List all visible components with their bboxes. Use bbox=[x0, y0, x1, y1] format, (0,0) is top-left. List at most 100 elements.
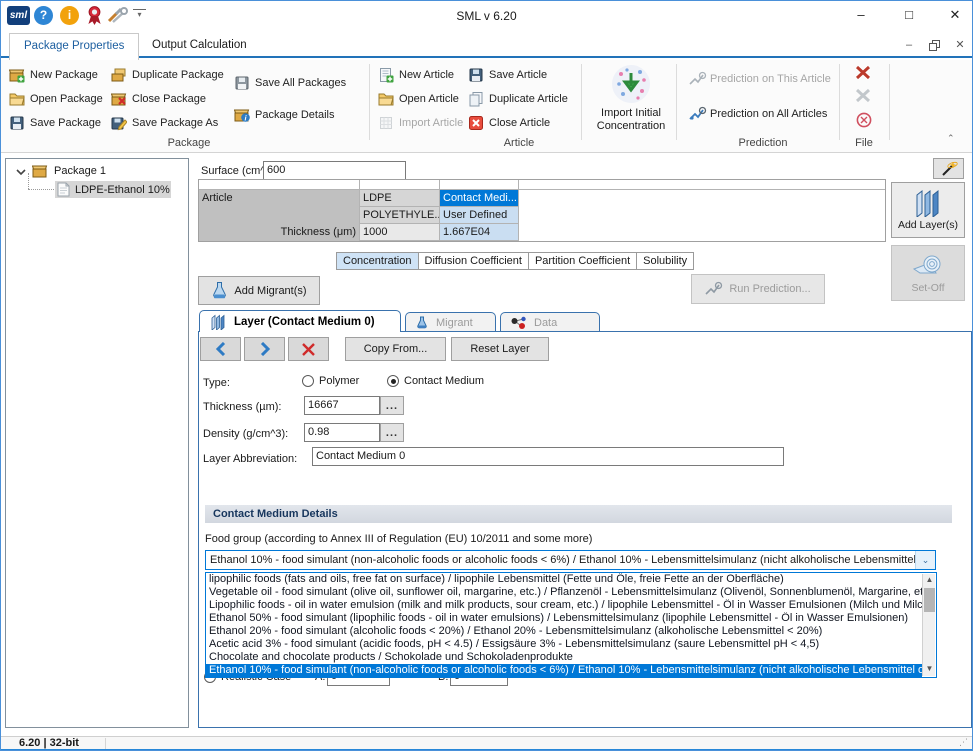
thickness-row-header: Thickness (μm) bbox=[199, 224, 360, 241]
save-package-as-button[interactable]: Save Package As bbox=[111, 114, 218, 131]
set-off-button: Set-Off bbox=[891, 245, 965, 301]
tab-data[interactable]: Data bbox=[500, 312, 600, 332]
food-group-combobox-value: Ethanol 10% - food simulant (non-alcohol… bbox=[206, 551, 915, 569]
tab-output-calculation[interactable]: Output Calculation bbox=[138, 33, 261, 58]
tab-concentration[interactable]: Concentration bbox=[336, 252, 419, 270]
list-item[interactable]: Acetic acid 3% - food simulant (acidic f… bbox=[206, 638, 922, 651]
layer2-thickness-cell[interactable]: 1.667E04 bbox=[440, 224, 519, 241]
previous-layer-button[interactable] bbox=[200, 337, 241, 361]
new-article-button[interactable]: New Article bbox=[378, 66, 454, 83]
density-input[interactable]: 0.98 bbox=[304, 423, 380, 442]
tab-solubility[interactable]: Solubility bbox=[637, 252, 694, 270]
maximize-button[interactable]: □ bbox=[894, 3, 924, 27]
tab-package-properties[interactable]: Package Properties bbox=[9, 33, 139, 60]
next-layer-button[interactable] bbox=[244, 337, 285, 361]
save-all-packages-button[interactable]: Save All Packages bbox=[234, 74, 346, 91]
child-restore-button[interactable] bbox=[923, 38, 945, 53]
open-package-label: Open Package bbox=[30, 93, 103, 105]
scrollbar-thumb[interactable] bbox=[924, 588, 935, 612]
add-layers-button[interactable]: Add Layer(s) bbox=[891, 182, 965, 238]
resize-grip[interactable]: ⋰ bbox=[959, 737, 968, 748]
article-group-label: Article bbox=[504, 137, 535, 149]
file-cancel-button[interactable] bbox=[856, 112, 872, 128]
new-package-button[interactable]: New Package bbox=[9, 66, 98, 83]
save-article-button[interactable]: Save Article bbox=[468, 66, 547, 83]
import-initial-concentration-button[interactable]: Import InitialConcentration bbox=[594, 62, 668, 138]
floppy-icon bbox=[468, 67, 484, 83]
radio-circle bbox=[302, 375, 314, 387]
density-more-button[interactable]: ... bbox=[380, 423, 404, 442]
file-close-red-button[interactable] bbox=[853, 63, 873, 82]
prediction-all-articles-button[interactable]: Prediction on All Articles bbox=[689, 105, 827, 122]
tree-root-package[interactable]: Package 1 bbox=[32, 163, 106, 179]
ribbon: New Package Open Package Save Package Du… bbox=[1, 60, 972, 153]
import-article-button: Import Article bbox=[378, 114, 463, 131]
child-minimize-button[interactable]: – bbox=[898, 38, 920, 53]
scroll-up-icon[interactable]: ▲ bbox=[923, 574, 936, 587]
list-item[interactable]: Ethanol 50% - food simulant (lipophilic … bbox=[206, 612, 922, 625]
duplicate-package-button[interactable]: Duplicate Package bbox=[111, 66, 224, 83]
list-item-selected[interactable]: Ethanol 10% - food simulant (non-alcohol… bbox=[206, 664, 922, 677]
thickness-more-button[interactable]: ... bbox=[380, 396, 404, 415]
chevron-down-icon[interactable]: ⌄ bbox=[915, 551, 935, 569]
delete-layer-button[interactable] bbox=[288, 337, 329, 361]
open-package-button[interactable]: Open Package bbox=[9, 90, 103, 107]
wizard-button[interactable] bbox=[933, 158, 964, 179]
tree-expander-icon[interactable] bbox=[16, 168, 26, 176]
package-details-button[interactable]: i Package Details bbox=[234, 106, 335, 123]
duplicate-package-label: Duplicate Package bbox=[132, 69, 224, 81]
reset-layer-button[interactable]: Reset Layer bbox=[451, 337, 549, 361]
copy-from-button[interactable]: Copy From... bbox=[345, 337, 446, 361]
close-article-button[interactable]: Close Article bbox=[468, 114, 550, 131]
layer1-name-cell[interactable]: LDPE bbox=[360, 190, 440, 207]
tab-migrant[interactable]: Migrant bbox=[405, 312, 496, 332]
layer1-material-cell[interactable]: POLYETHYLE... bbox=[360, 207, 440, 224]
add-migrants-button[interactable]: Add Migrant(s) bbox=[198, 276, 320, 305]
chevron-right-icon bbox=[259, 342, 271, 356]
package-group-label: Package bbox=[168, 137, 211, 149]
tree-item-label: LDPE-Ethanol 10% bbox=[75, 184, 170, 196]
layer-abbreviation-input[interactable]: Contact Medium 0 bbox=[312, 447, 784, 466]
thickness-input[interactable]: 16667 bbox=[304, 396, 380, 415]
radio-circle bbox=[387, 375, 399, 387]
list-scrollbar[interactable]: ▲ ▼ bbox=[922, 574, 935, 676]
tree-line bbox=[28, 189, 56, 190]
layer2-name-cell-selected[interactable]: Contact Medi... bbox=[440, 190, 519, 207]
set-off-label: Set-Off bbox=[911, 282, 944, 294]
list-item[interactable]: Vegetable oil - food simulant (olive oil… bbox=[206, 586, 922, 599]
table-header-cell bbox=[519, 180, 885, 190]
close-package-button[interactable]: Close Package bbox=[111, 90, 206, 107]
new-package-icon bbox=[9, 67, 25, 83]
tab-layer[interactable]: Layer (Contact Medium 0) bbox=[199, 310, 401, 332]
radio-polymer-label: Polymer bbox=[319, 375, 359, 387]
save-package-button[interactable]: Save Package bbox=[9, 114, 101, 131]
close-article-label: Close Article bbox=[489, 117, 550, 129]
duplicate-article-button[interactable]: Duplicate Article bbox=[468, 90, 568, 107]
group-divider bbox=[839, 64, 840, 140]
minimize-button[interactable]: – bbox=[846, 3, 876, 27]
list-item[interactable]: Chocolate and chocolate products / Schok… bbox=[206, 651, 922, 664]
layer-abbreviation-label: Layer Abbreviation: bbox=[203, 453, 297, 465]
list-item[interactable]: Lipophilic foods - oil in water emulsion… bbox=[206, 599, 922, 612]
layer1-thickness-cell[interactable]: 1000 bbox=[360, 224, 440, 241]
scroll-down-icon[interactable]: ▼ bbox=[923, 663, 936, 676]
tab-diffusion-coefficient[interactable]: Diffusion Coefficient bbox=[419, 252, 529, 270]
child-close-button[interactable]: ✕ bbox=[949, 38, 971, 53]
app-window: sml ? i ▾ SML v 6.20 – □ ✕ Package Prope… bbox=[0, 0, 973, 751]
delete-x-icon bbox=[301, 342, 316, 357]
layer2-material-cell[interactable]: User Defined bbox=[440, 207, 519, 224]
package-details-label: Package Details bbox=[255, 109, 335, 121]
open-article-button[interactable]: Open Article bbox=[378, 90, 459, 107]
radio-polymer[interactable]: Polymer bbox=[302, 375, 359, 387]
close-button[interactable]: ✕ bbox=[940, 3, 970, 27]
list-item[interactable]: lipophilic foods (fats and oils, free fa… bbox=[206, 573, 922, 586]
surface-input[interactable]: 600 bbox=[263, 161, 406, 180]
radio-contact-medium[interactable]: Contact Medium bbox=[387, 375, 484, 387]
food-group-combobox[interactable]: Ethanol 10% - food simulant (non-alcohol… bbox=[205, 550, 936, 570]
tab-partition-coefficient[interactable]: Partition Coefficient bbox=[529, 252, 637, 270]
collapse-ribbon-icon[interactable]: ⌃ bbox=[947, 133, 955, 144]
tab-layer-label: Layer (Contact Medium 0) bbox=[234, 316, 375, 328]
tree-item-article[interactable]: LDPE-Ethanol 10% bbox=[55, 181, 171, 198]
table-corner-cell: Article bbox=[199, 190, 360, 207]
list-item[interactable]: Ethanol 20% - food simulant (alcoholic f… bbox=[206, 625, 922, 638]
